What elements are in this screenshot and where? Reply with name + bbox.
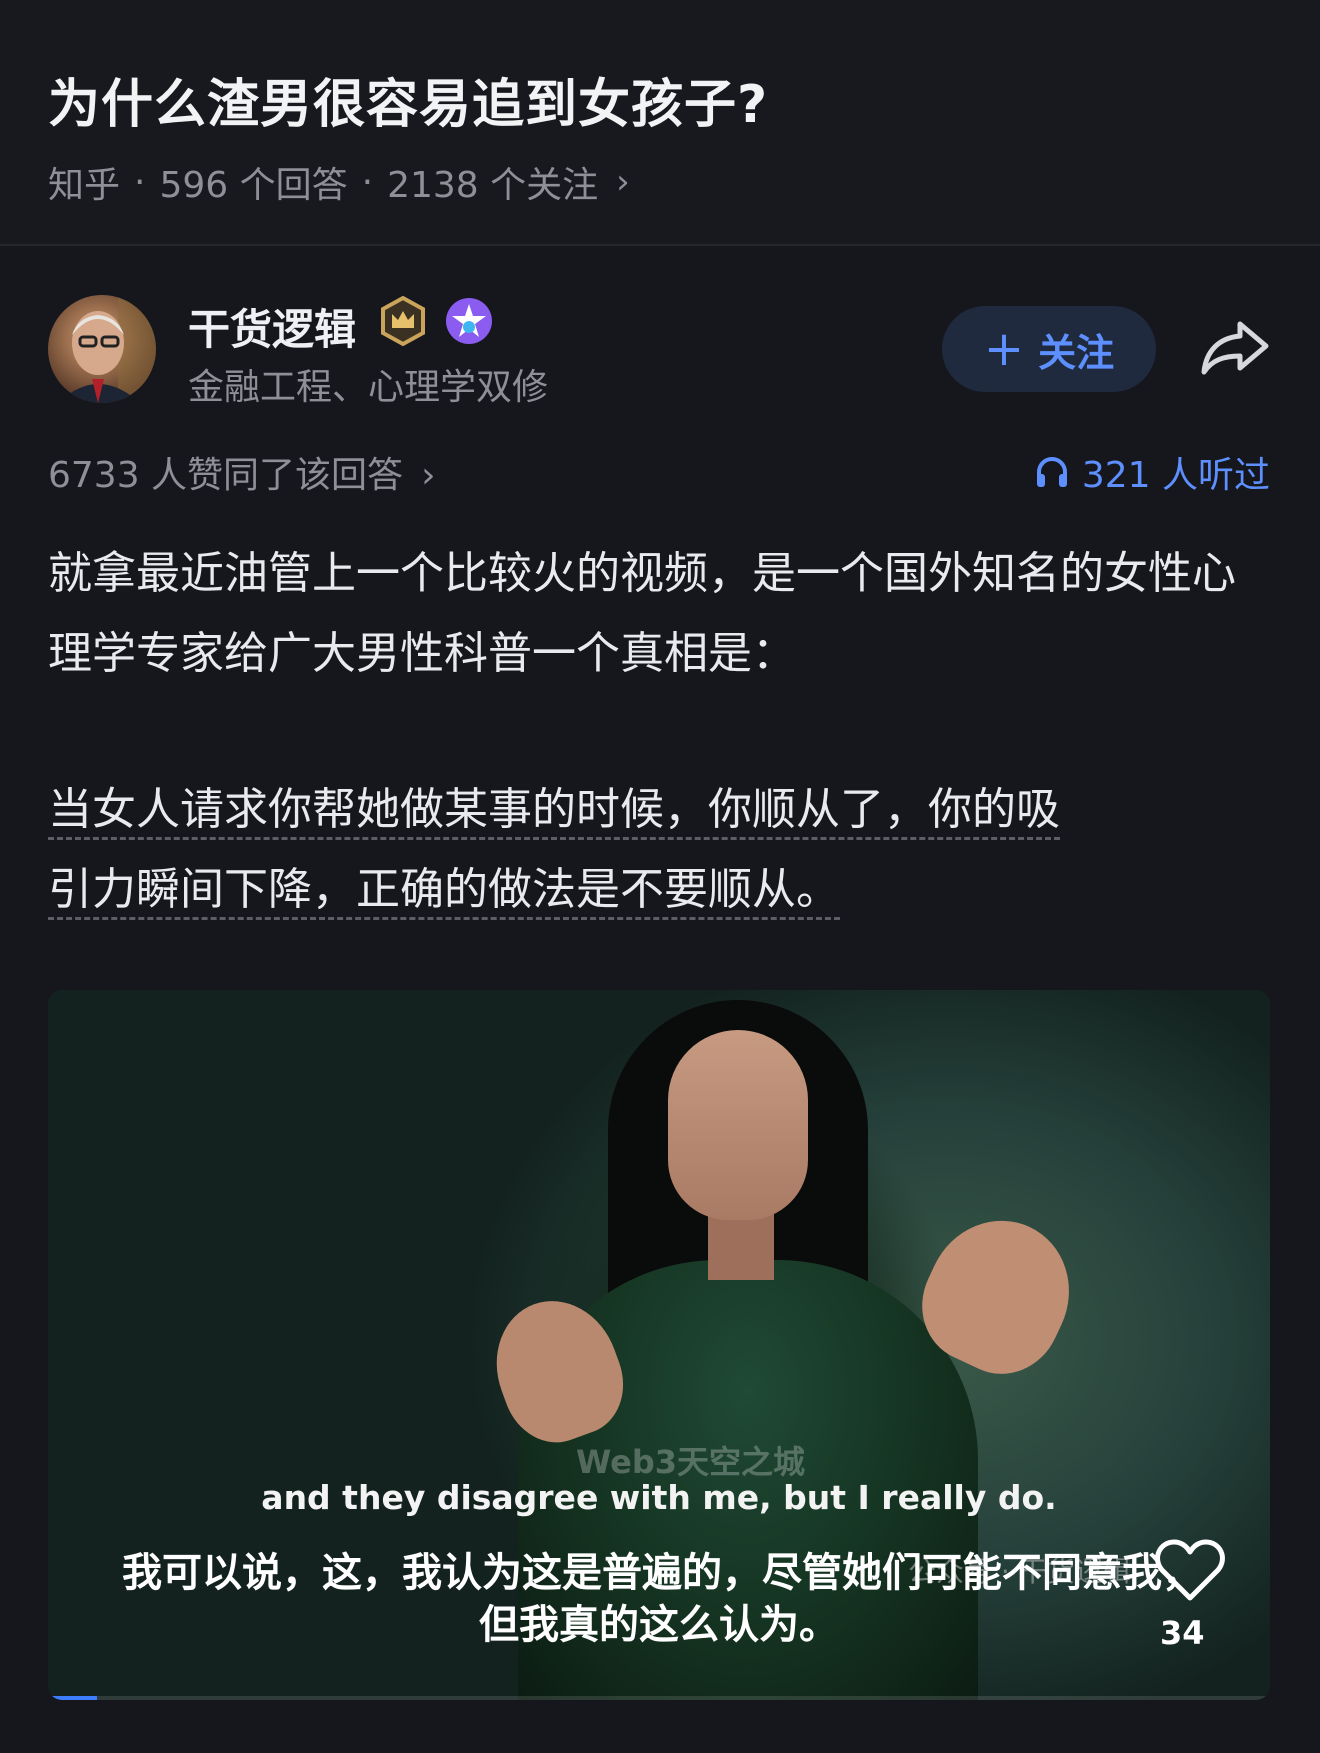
highlighted-line[interactable]: 引力瞬间下降，正确的做法是不要顺从。	[48, 864, 840, 920]
subtitle-chinese: 我可以说，这，我认为这是普遍的，尽管她们可能不同意我，	[122, 1550, 1202, 1596]
highlighted-line[interactable]: 当女人请求你帮她做某事的时候，你顺从了，你的吸	[48, 784, 1060, 840]
author-avatar[interactable]	[48, 295, 156, 403]
chevron-right-icon: ›	[421, 455, 436, 496]
vote-count: 6733 人赞同了该回答	[48, 455, 404, 496]
follow-label: 关注	[1038, 330, 1115, 375]
video-frame-figure	[668, 1030, 808, 1220]
video-progress-bar[interactable]	[48, 1696, 1270, 1700]
heart-icon[interactable]	[1154, 1538, 1226, 1602]
answer-count: 596 个回答	[159, 165, 348, 206]
question-header[interactable]: 为什么渣男很容易追到女孩子? 知乎 · 596 个回答 · 2138 个关注 ›	[0, 0, 1320, 246]
author-description: 金融工程、心理学双修	[188, 367, 549, 408]
meta-separator: ·	[134, 161, 146, 203]
answer-video[interactable]: Web3天空之城 and they disagree with me, but …	[48, 990, 1270, 1700]
crown-badge-icon[interactable]	[378, 296, 428, 346]
subtitle-chinese: 但我真的这么认为。	[479, 1602, 839, 1648]
author-name[interactable]: 干货逻辑	[188, 296, 356, 357]
answer-paragraph-highlighted[interactable]: 当女人请求你帮她做某事的时候，你顺从了，你的吸 引力瞬间下降，正确的做法是不要顺…	[48, 770, 1278, 930]
listen-count[interactable]: 321 人听过	[1034, 446, 1270, 498]
share-icon[interactable]	[1198, 318, 1272, 378]
follow-button[interactable]: + 关注	[942, 306, 1156, 392]
headphones-icon	[1036, 457, 1067, 487]
chevron-right-icon: ›	[616, 162, 630, 202]
source-label: 知乎	[48, 165, 121, 206]
answer-paragraph: 就拿最近油管上一个比较火的视频，是一个国外知名的女性心理学专家给广大男性科普一个…	[48, 548, 1236, 679]
subtitle-english: and they disagree with me, but I really …	[261, 1478, 1057, 1517]
vote-count-link[interactable]: 6733 人赞同了该回答 ›	[48, 446, 435, 498]
follower-count: 2138 个关注	[387, 165, 599, 206]
question-meta[interactable]: 知乎 · 596 个回答 · 2138 个关注 ›	[48, 156, 630, 208]
like-count: 34	[1160, 1614, 1205, 1652]
plus-icon: +	[983, 321, 1025, 377]
video-watermark: Web3天空之城	[576, 1443, 806, 1481]
listen-count-label: 321 人听过	[1081, 455, 1270, 496]
video-progress-fill	[48, 1696, 97, 1700]
question-title[interactable]: 为什么渣男很容易追到女孩子?	[48, 62, 768, 137]
meta-separator: ·	[361, 161, 374, 203]
star-badge-icon[interactable]	[444, 296, 494, 346]
